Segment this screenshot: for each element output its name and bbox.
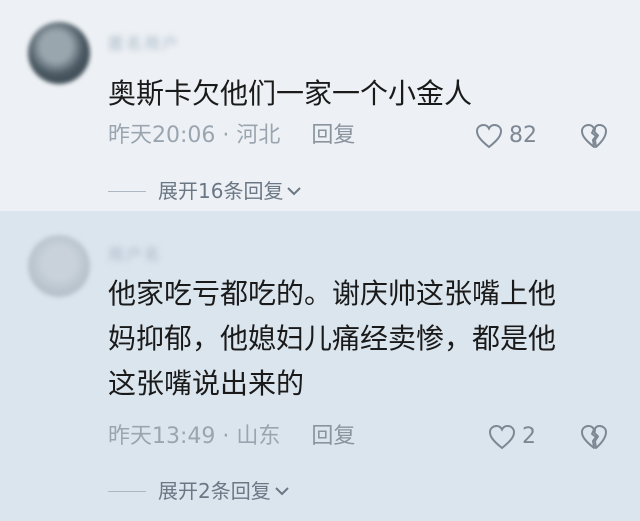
heart-outline-icon bbox=[475, 123, 503, 149]
comment-meta: 昨天20:06 · 河北 回复 bbox=[108, 119, 355, 153]
like-button[interactable]: 2 bbox=[488, 420, 536, 454]
like-count: 2 bbox=[522, 424, 536, 449]
username[interactable]: 用户名 bbox=[108, 241, 162, 265]
divider bbox=[108, 490, 146, 492]
like-count: 82 bbox=[509, 123, 537, 148]
comment-time: 昨天20:06 bbox=[108, 123, 216, 148]
chevron-down-icon bbox=[275, 487, 289, 496]
comment-line: 妈抑郁，他媳妇儿痛经卖惨，都是他 bbox=[108, 322, 557, 355]
comment-item: 用户名 他家吃亏都吃的。谢庆帅这张嘴上他 妈抑郁，他媳妇儿痛经卖惨，都是他 这张… bbox=[0, 211, 640, 521]
comment-line: 奥斯卡欠他们一家一个小金人 bbox=[108, 77, 473, 110]
comment-item: 匿名用户 奥斯卡欠他们一家一个小金人 昨天20:06 · 河北 回复 82 展开… bbox=[0, 0, 640, 211]
comment-line: 他家吃亏都吃的。谢庆帅这张嘴上他 bbox=[108, 277, 557, 310]
comment-time: 昨天13:49 bbox=[108, 424, 216, 449]
comment-text: 他家吃亏都吃的。谢庆帅这张嘴上他 妈抑郁，他媳妇儿痛经卖惨，都是他 这张嘴说出来… bbox=[108, 271, 608, 406]
comment-location: 河北 bbox=[236, 123, 281, 148]
meta-separator: · bbox=[215, 123, 237, 148]
meta-separator: · bbox=[215, 424, 237, 449]
divider bbox=[108, 190, 146, 192]
username[interactable]: 匿名用户 bbox=[108, 30, 180, 54]
heart-outline-icon bbox=[488, 424, 516, 450]
comment-line: 这张嘴说出来的 bbox=[108, 367, 305, 400]
expand-replies-button[interactable]: 展开16条回复 bbox=[108, 176, 302, 206]
avatar[interactable] bbox=[28, 235, 90, 297]
comment-location: 山东 bbox=[236, 424, 281, 449]
comment-meta: 昨天13:49 · 山东 回复 bbox=[108, 420, 355, 454]
reply-button[interactable]: 回复 bbox=[311, 123, 355, 148]
reply-button[interactable]: 回复 bbox=[311, 424, 355, 449]
expand-replies-button[interactable]: 展开2条回复 bbox=[108, 476, 289, 506]
like-button[interactable]: 82 bbox=[475, 119, 537, 153]
broken-heart-icon[interactable] bbox=[580, 122, 608, 150]
avatar[interactable] bbox=[28, 22, 90, 84]
expand-replies-label: 展开2条回复 bbox=[158, 479, 271, 503]
expand-replies-label: 展开16条回复 bbox=[158, 179, 284, 203]
broken-heart-icon[interactable] bbox=[580, 423, 608, 451]
comment-text: 奥斯卡欠他们一家一个小金人 bbox=[108, 71, 608, 116]
chevron-down-icon bbox=[287, 187, 302, 196]
